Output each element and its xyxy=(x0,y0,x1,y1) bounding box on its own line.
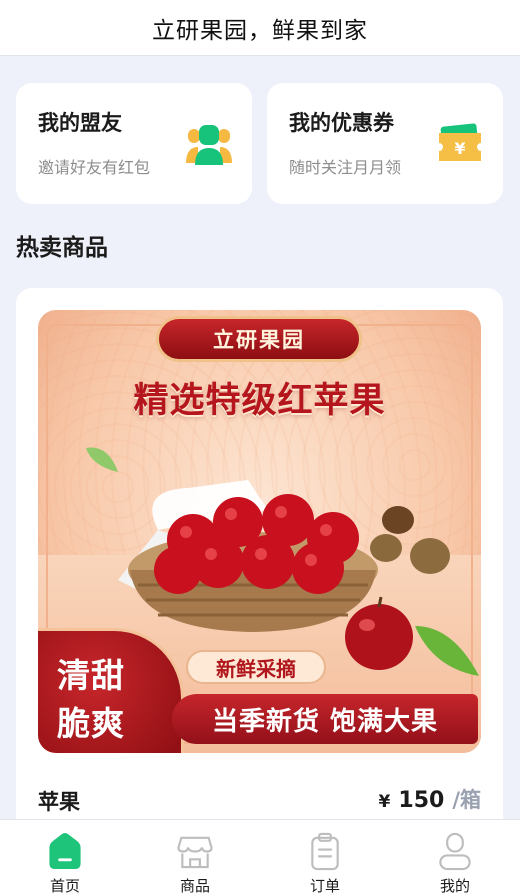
product-price: ¥ 150 /箱 xyxy=(379,784,481,814)
home-icon xyxy=(49,832,81,870)
order-clipboard-icon xyxy=(311,832,339,871)
allies-card[interactable]: 我的盟友 邀请好友有红包 xyxy=(16,83,252,204)
top-bar: 立研果园，鲜果到家 xyxy=(0,0,520,56)
pinecone-illustration xyxy=(370,506,450,574)
tab-home[interactable]: 首页 xyxy=(0,820,130,896)
product-card[interactable]: 立研果园 精选特级红苹果 清甜 脆爽 新鲜采摘 当季新货 饱满大果 苹果 ¥ 1… xyxy=(16,288,503,848)
section-title: 热卖商品 xyxy=(16,235,108,261)
leaf-illustration xyxy=(415,626,479,676)
product-banner-image[interactable]: 立研果园 精选特级红苹果 清甜 脆爽 新鲜采摘 当季新货 饱满大果 xyxy=(38,310,481,753)
user-icon xyxy=(439,832,471,871)
shop-icon xyxy=(177,836,213,869)
fresh-picked-tag: 新鲜采摘 xyxy=(186,650,326,684)
svg-text:¥: ¥ xyxy=(454,139,465,158)
banner-corner-badge: 清甜 脆爽 xyxy=(38,628,184,753)
tab-orders-label: 订单 xyxy=(309,877,340,895)
tab-products[interactable]: 商品 xyxy=(130,820,260,896)
tab-orders[interactable]: 订单 xyxy=(260,820,390,896)
price-amount: 150 xyxy=(398,788,445,813)
coupons-card[interactable]: 我的优惠券 随时关注月月领 ¥ xyxy=(267,83,503,204)
price-currency: ¥ xyxy=(378,792,391,812)
tab-home-label: 首页 xyxy=(49,877,80,895)
single-apple-illustration xyxy=(345,596,413,670)
product-name: 苹果 xyxy=(38,790,80,814)
banner-headline: 精选特级红苹果 xyxy=(133,380,386,421)
tab-products-label: 商品 xyxy=(179,877,210,895)
tab-mine-label: 我的 xyxy=(439,877,470,895)
corner-text-line1: 清甜 xyxy=(57,656,125,695)
coupon-icon: ¥ xyxy=(439,123,481,161)
friends-icon xyxy=(186,125,232,165)
banner-brand-plate: 立研果园 xyxy=(156,316,362,362)
banner-slogan: 当季新货 饱满大果 xyxy=(172,694,478,744)
tab-mine[interactable]: 我的 xyxy=(390,820,520,896)
small-leaf-illustration xyxy=(86,447,118,472)
corner-text-line2: 脆爽 xyxy=(57,704,125,743)
banner-brand-text: 立研果园 xyxy=(213,328,305,352)
price-unit: /箱 xyxy=(452,788,481,812)
bottom-tab-bar: 首页 商品 订单 我的 xyxy=(0,819,520,896)
page-title: 立研果园，鲜果到家 xyxy=(152,17,368,44)
